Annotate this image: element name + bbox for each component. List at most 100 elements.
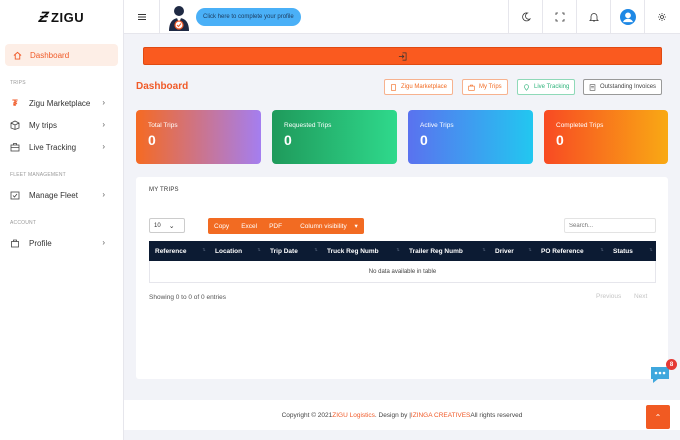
my-trips-panel: MY TRIPS 10 ⌄ Copy Excel PDF Column visi… xyxy=(136,177,668,379)
complete-profile-button[interactable]: Click here to complete your profile xyxy=(196,8,301,26)
briefcase-icon xyxy=(10,143,20,152)
live-tracking-button[interactable]: Live Tracking xyxy=(517,79,576,95)
column-header-status[interactable]: Status ↑↓ xyxy=(607,241,656,261)
sidebar-item-live-tracking[interactable]: Live Tracking › xyxy=(0,136,123,158)
sidebar-item-label: Dashboard xyxy=(30,50,70,60)
designer-link[interactable]: IZINGA CREATIVES xyxy=(411,412,470,419)
page-length-select[interactable]: 10 ⌄ xyxy=(149,218,185,233)
column-label: Truck Reg Numb xyxy=(327,247,379,255)
table-header: Reference ↑↓ Location ↑↓ Trip Date ↑↓ Truck… xyxy=(149,241,656,261)
column-header-trip-date[interactable]: Trip Date ↑↓ xyxy=(264,241,321,261)
chevron-right-icon: › xyxy=(102,238,105,247)
sort-icon: ↑↓ xyxy=(649,247,653,253)
column-label: PO Reference xyxy=(541,247,584,255)
sidebar-item-label: Profile xyxy=(29,238,52,248)
fullscreen-button[interactable] xyxy=(542,0,576,34)
notifications-button[interactable] xyxy=(576,0,610,34)
copy-button[interactable]: Copy xyxy=(208,218,235,234)
sort-icon: ↑↓ xyxy=(482,247,486,253)
search-input[interactable] xyxy=(564,218,656,233)
sort-icon: ↑↓ xyxy=(396,247,400,253)
sidebar-item-zigu-marketplace[interactable]: ₮ Zigu Marketplace › xyxy=(0,92,123,114)
card-completed-trips[interactable]: Completed Trips 0 xyxy=(544,110,668,164)
section-fleet-management: FLEET MANAGEMENT xyxy=(10,172,66,178)
sidebar-item-manage-fleet[interactable]: Manage Fleet › xyxy=(0,184,123,206)
banner-bar[interactable] xyxy=(143,47,662,65)
copyright-prefix: Copyright © 2021 xyxy=(281,411,333,419)
bell-icon xyxy=(588,13,599,22)
panel-title: MY TRIPS xyxy=(149,187,179,193)
sort-icon: ↑↓ xyxy=(600,247,604,253)
section-account: ACCOUNT xyxy=(10,220,37,226)
moon-icon xyxy=(521,12,531,22)
card-label: Completed Trips xyxy=(556,122,604,129)
column-label: Driver xyxy=(495,247,514,255)
copyright-suffix: All rights reserved xyxy=(470,411,523,419)
pdf-button[interactable]: PDF xyxy=(263,218,288,234)
menu-toggle-button[interactable] xyxy=(124,0,160,34)
sort-icon: ↑↓ xyxy=(314,247,318,253)
company-link[interactable]: ZIGU Logistics xyxy=(332,412,375,419)
excel-button[interactable]: Excel xyxy=(235,218,263,234)
bag-icon xyxy=(11,239,19,248)
card-value: 0 xyxy=(284,132,292,148)
column-header-location[interactable]: Location ↑↓ xyxy=(209,241,264,261)
card-label: Requested Trips xyxy=(284,122,332,129)
column-header-driver[interactable]: Driver ↑↓ xyxy=(489,241,535,261)
map-pin-icon xyxy=(524,83,529,91)
export-buttons: Copy Excel PDF Column visibility ▾ xyxy=(208,218,364,234)
sort-icon: ↑↓ xyxy=(257,247,261,253)
box-icon xyxy=(10,120,20,130)
chat-badge: 8 xyxy=(666,359,677,370)
card-total-trips[interactable]: Total Trips 0 xyxy=(136,110,261,164)
button-label: Outstanding Invoices xyxy=(600,84,657,90)
column-header-trailer-reg[interactable]: Trailer Reg Numb ↑↓ xyxy=(403,241,489,261)
sidebar-item-label: Manage Fleet xyxy=(29,190,78,200)
sidebar-item-label: My trips xyxy=(29,120,57,130)
card-requested-trips[interactable]: Requested Trips 0 xyxy=(272,110,397,164)
button-label: Live Tracking xyxy=(534,84,570,90)
invoice-icon xyxy=(589,83,596,91)
card-active-trips[interactable]: Active Trips 0 xyxy=(408,110,533,164)
button-label: Column visibility xyxy=(300,222,347,230)
topbar: Click here to complete your profile xyxy=(124,0,680,34)
button-label: Zigu Marketplace xyxy=(401,84,448,90)
previous-page-button[interactable]: Previous xyxy=(596,293,621,300)
column-label: Trailer Reg Numb xyxy=(409,247,463,255)
building-icon xyxy=(391,83,396,91)
sidebar-item-label: Live Tracking xyxy=(29,142,77,152)
column-header-truck-reg[interactable]: Truck Reg Numb ↑↓ xyxy=(321,241,403,261)
card-value: 0 xyxy=(556,132,564,148)
column-visibility-button[interactable]: Column visibility ▾ xyxy=(288,218,364,234)
column-header-po-reference[interactable]: PO Reference ↑↓ xyxy=(535,241,607,261)
settings-button[interactable] xyxy=(644,0,678,34)
scroll-to-top-button[interactable]: ⌃ xyxy=(646,405,670,429)
menu-icon xyxy=(137,14,146,20)
card-value: 0 xyxy=(420,132,428,148)
card-label: Total Trips xyxy=(148,122,178,129)
column-label: Status xyxy=(613,247,633,255)
dark-mode-button[interactable] xyxy=(508,0,542,34)
home-icon xyxy=(13,51,22,60)
copyright-middle: . Design by | xyxy=(374,411,411,419)
card-value: 0 xyxy=(148,132,156,148)
sidebar-item-my-trips[interactable]: My trips › xyxy=(0,114,123,136)
zigu-marketplace-button[interactable]: Zigu Marketplace xyxy=(384,79,454,95)
sidebar: Ƶ ZIGU Dashboard TRIPS ₮ Zigu Marketplac… xyxy=(0,0,124,440)
chevron-up-icon: ⌃ xyxy=(654,412,662,422)
outstanding-invoices-button[interactable]: Outstanding Invoices xyxy=(583,79,663,95)
column-header-reference[interactable]: Reference ↑↓ xyxy=(149,241,209,261)
card-label: Active Trips xyxy=(420,122,454,129)
brand-logo[interactable]: Ƶ ZIGU xyxy=(0,0,123,34)
column-label: Trip Date xyxy=(270,247,298,255)
next-page-button[interactable]: Next xyxy=(634,293,647,300)
sidebar-item-profile[interactable]: Profile › xyxy=(0,232,123,254)
table-empty-row: No data available in table xyxy=(149,261,656,283)
gear-icon xyxy=(657,13,666,21)
my-trips-button[interactable]: My Trips xyxy=(462,79,508,95)
column-label: Reference xyxy=(155,247,187,255)
sidebar-item-dashboard[interactable]: Dashboard xyxy=(5,44,118,66)
page-length-value: 10 xyxy=(154,222,161,229)
fleet-icon xyxy=(10,191,20,200)
user-menu-button[interactable] xyxy=(610,0,644,34)
